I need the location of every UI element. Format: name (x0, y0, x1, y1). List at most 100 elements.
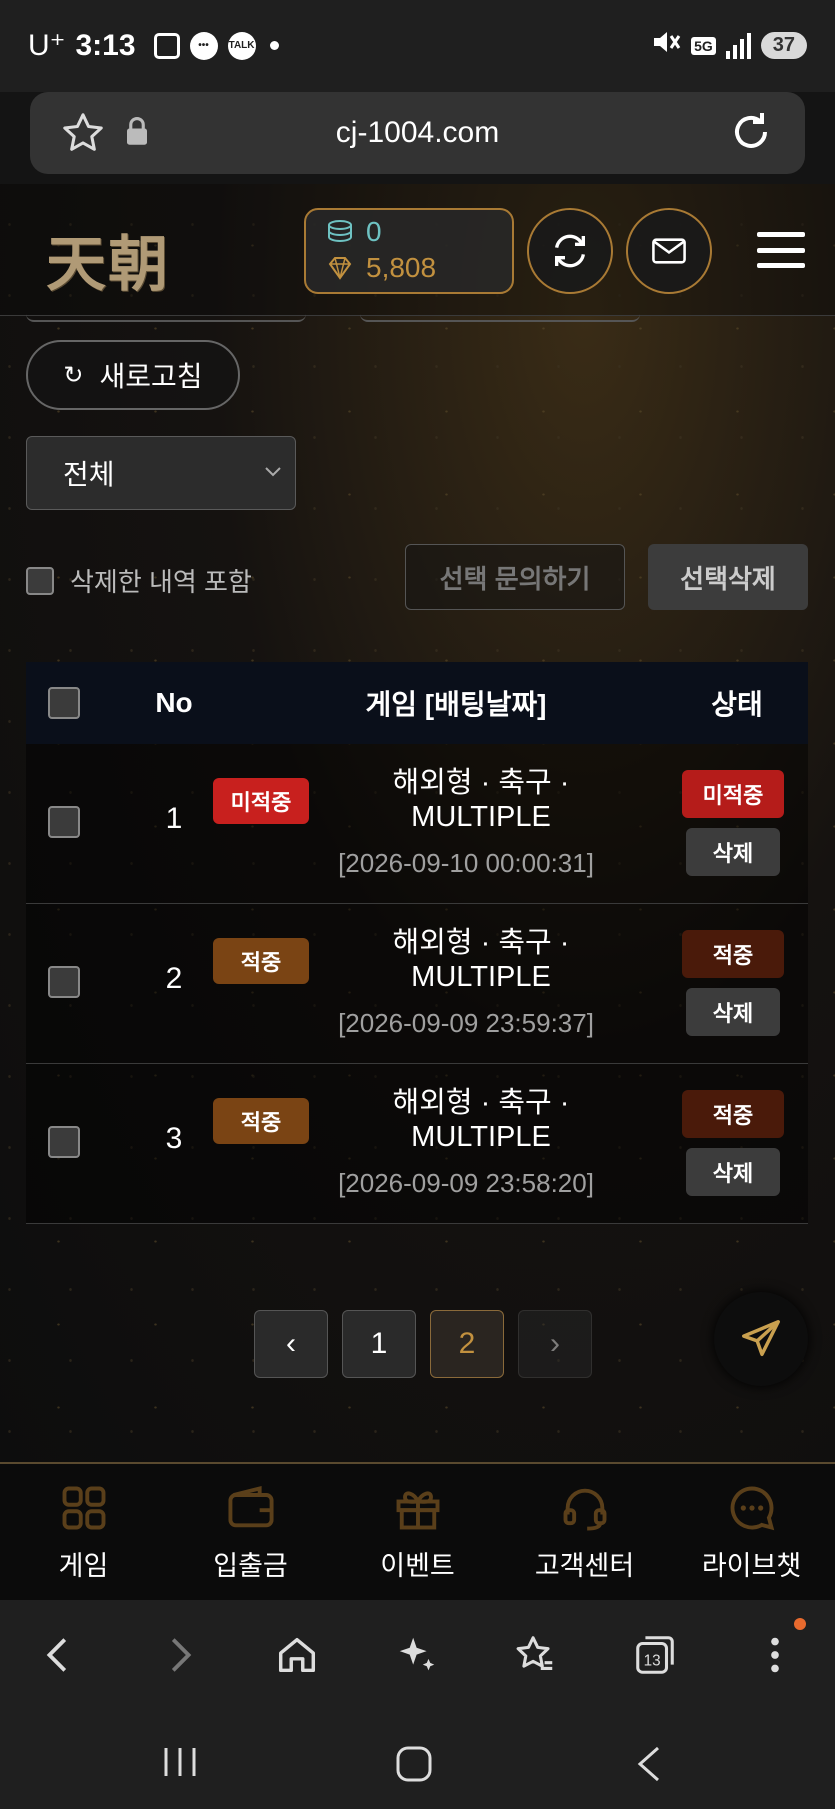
url-text[interactable]: cj-1004.com (30, 116, 805, 150)
mute-icon (651, 28, 681, 63)
notification-dot (794, 1618, 806, 1630)
home-button-icon[interactable] (394, 1744, 434, 1784)
status-badge: 적중 (682, 1090, 784, 1138)
row-checkbox[interactable] (48, 966, 80, 998)
wallet-icon (227, 1486, 274, 1528)
headset-icon (563, 1488, 606, 1531)
bet-date: [2026-09-10 00:00:31] (338, 848, 594, 878)
game-title: 해외형 · 축구 · MULTIPLE (316, 926, 646, 994)
status-badge: 적중 (682, 930, 784, 978)
sparkle-icon[interactable] (394, 1632, 440, 1678)
nav-label: 게임 (58, 1551, 109, 1581)
table-row[interactable]: 3 적중 해외형 · 축구 · MULTIPLE [2026-09-09 23:… (26, 1064, 808, 1224)
game-title-line: 해외형 · 축구 · (392, 927, 570, 959)
bottom-nav: 게임 입출금 이벤트 고객센터 라이브챗 (0, 1462, 835, 1600)
back-icon[interactable] (36, 1632, 82, 1678)
telegram-button[interactable] (714, 1292, 808, 1386)
include-deleted-checkbox[interactable] (26, 566, 54, 595)
site-logo[interactable]: 天朝 (46, 216, 170, 303)
column-game: 게임 [배팅날짜] (365, 689, 547, 720)
pagination: ‹ 1 2 › (254, 1310, 592, 1378)
refresh-button[interactable]: ↻ 새로고침 (26, 340, 240, 410)
message-icon: ••• (189, 31, 218, 60)
status-bar: U⁺ 3:13 ••• TALK 5G 37 (0, 0, 835, 92)
game-title-line: 해외형 · 축구 · (392, 1087, 570, 1119)
filter-select[interactable]: 전체 (26, 436, 296, 510)
chat-icon (730, 1486, 774, 1531)
refresh-label: 새로고침 (99, 361, 203, 392)
game-title: 해외형 · 축구 · MULTIPLE (316, 766, 646, 834)
prev-page-button[interactable]: ‹ (254, 1310, 328, 1378)
message-button[interactable] (626, 208, 712, 294)
nav-label: 입출금 (213, 1551, 288, 1581)
bet-history-table: No 게임 [배팅날짜] 상태 1 미적중 해외형 · 축구 · MULTIPL… (26, 662, 808, 1224)
signal-icon (725, 32, 751, 59)
select-all-checkbox[interactable] (48, 687, 80, 719)
next-page-button[interactable]: › (518, 1310, 592, 1378)
gift-icon (396, 1491, 439, 1530)
reload-icon[interactable] (727, 108, 775, 156)
delete-row-button[interactable]: 삭제 (686, 828, 780, 876)
nav-event[interactable]: 이벤트 (334, 1464, 501, 1600)
nav-label: 이벤트 (380, 1551, 455, 1581)
page-2-button[interactable]: 2 (430, 1310, 504, 1378)
result-badge: 적중 (213, 1098, 309, 1144)
coin-balance: 0 (366, 216, 382, 247)
envelope-icon (652, 238, 686, 264)
nav-livechat[interactable]: 라이브챗 (668, 1464, 835, 1600)
bet-date: [2026-09-09 23:58:20] (338, 1168, 594, 1198)
recent-apps-icon[interactable] (160, 1744, 200, 1780)
table-row[interactable]: 1 미적중 해외형 · 축구 · MULTIPLE [2026-09-10 00… (26, 744, 808, 904)
nav-deposit[interactable]: 입출금 (167, 1464, 334, 1600)
status-badge: 미적중 (682, 770, 784, 818)
bookmarks-icon[interactable] (512, 1632, 558, 1678)
delete-row-button[interactable]: 삭제 (686, 988, 780, 1036)
delete-row-button[interactable]: 삭제 (686, 1148, 780, 1196)
row-number: 1 (165, 802, 183, 835)
bet-date: [2026-09-09 23:59:37] (338, 1008, 594, 1038)
send-icon (742, 1320, 780, 1357)
nav-label: 고객센터 (534, 1551, 635, 1581)
tab-edge (360, 314, 640, 322)
column-no: No (155, 687, 193, 718)
tabs-icon[interactable]: 13 (632, 1632, 678, 1678)
row-checkbox[interactable] (48, 1126, 80, 1158)
home-icon[interactable] (274, 1632, 320, 1678)
site-header: 天朝 0 5,808 (0, 184, 835, 316)
chevron-down-icon (265, 467, 281, 477)
kakaotalk-icon: TALK (227, 31, 256, 60)
row-number: 3 (165, 1122, 183, 1155)
more-notifications-icon (269, 41, 279, 50)
system-back-icon[interactable] (634, 1744, 664, 1784)
table-row[interactable]: 2 적중 해외형 · 축구 · MULTIPLE [2026-09-09 23:… (26, 904, 808, 1064)
result-badge: 미적중 (213, 778, 309, 824)
include-deleted-label: 삭제한 내역 포함 (70, 567, 252, 597)
nav-support[interactable]: 고객센터 (501, 1464, 668, 1600)
delete-selected-button[interactable]: 선택삭제 (648, 544, 808, 610)
nav-game[interactable]: 게임 (0, 1464, 167, 1600)
address-bar[interactable]: cj-1004.com (30, 92, 805, 174)
include-deleted-toggle[interactable]: 삭제한 내역 포함 (26, 562, 252, 599)
sync-icon (555, 234, 585, 268)
battery-icon: 37 (760, 32, 807, 59)
row-number: 2 (165, 962, 183, 995)
grid-icon (62, 1486, 105, 1530)
inquiry-selected-button[interactable]: 선택 문의하기 (405, 544, 625, 610)
system-nav-bar (0, 1708, 835, 1809)
tab-edge (26, 314, 306, 322)
forward-icon[interactable] (156, 1632, 202, 1678)
game-title-line: MULTIPLE (411, 1121, 551, 1153)
page-1-button[interactable]: 1 (342, 1310, 416, 1378)
row-checkbox[interactable] (48, 806, 80, 838)
browser-toolbar: 13 (0, 1600, 835, 1708)
table-header: No 게임 [배팅날짜] 상태 (26, 662, 808, 744)
carrier-label: U⁺ (28, 29, 66, 62)
wallet-box[interactable]: 0 5,808 (304, 208, 514, 294)
game-title-line: MULTIPLE (411, 961, 551, 993)
refresh-balance-button[interactable] (527, 208, 613, 294)
more-options-icon[interactable] (752, 1632, 798, 1678)
diamond-icon (328, 257, 352, 280)
nav-label: 라이브챗 (701, 1551, 802, 1581)
hamburger-menu-icon[interactable] (757, 232, 805, 268)
result-badge: 적중 (213, 938, 309, 984)
